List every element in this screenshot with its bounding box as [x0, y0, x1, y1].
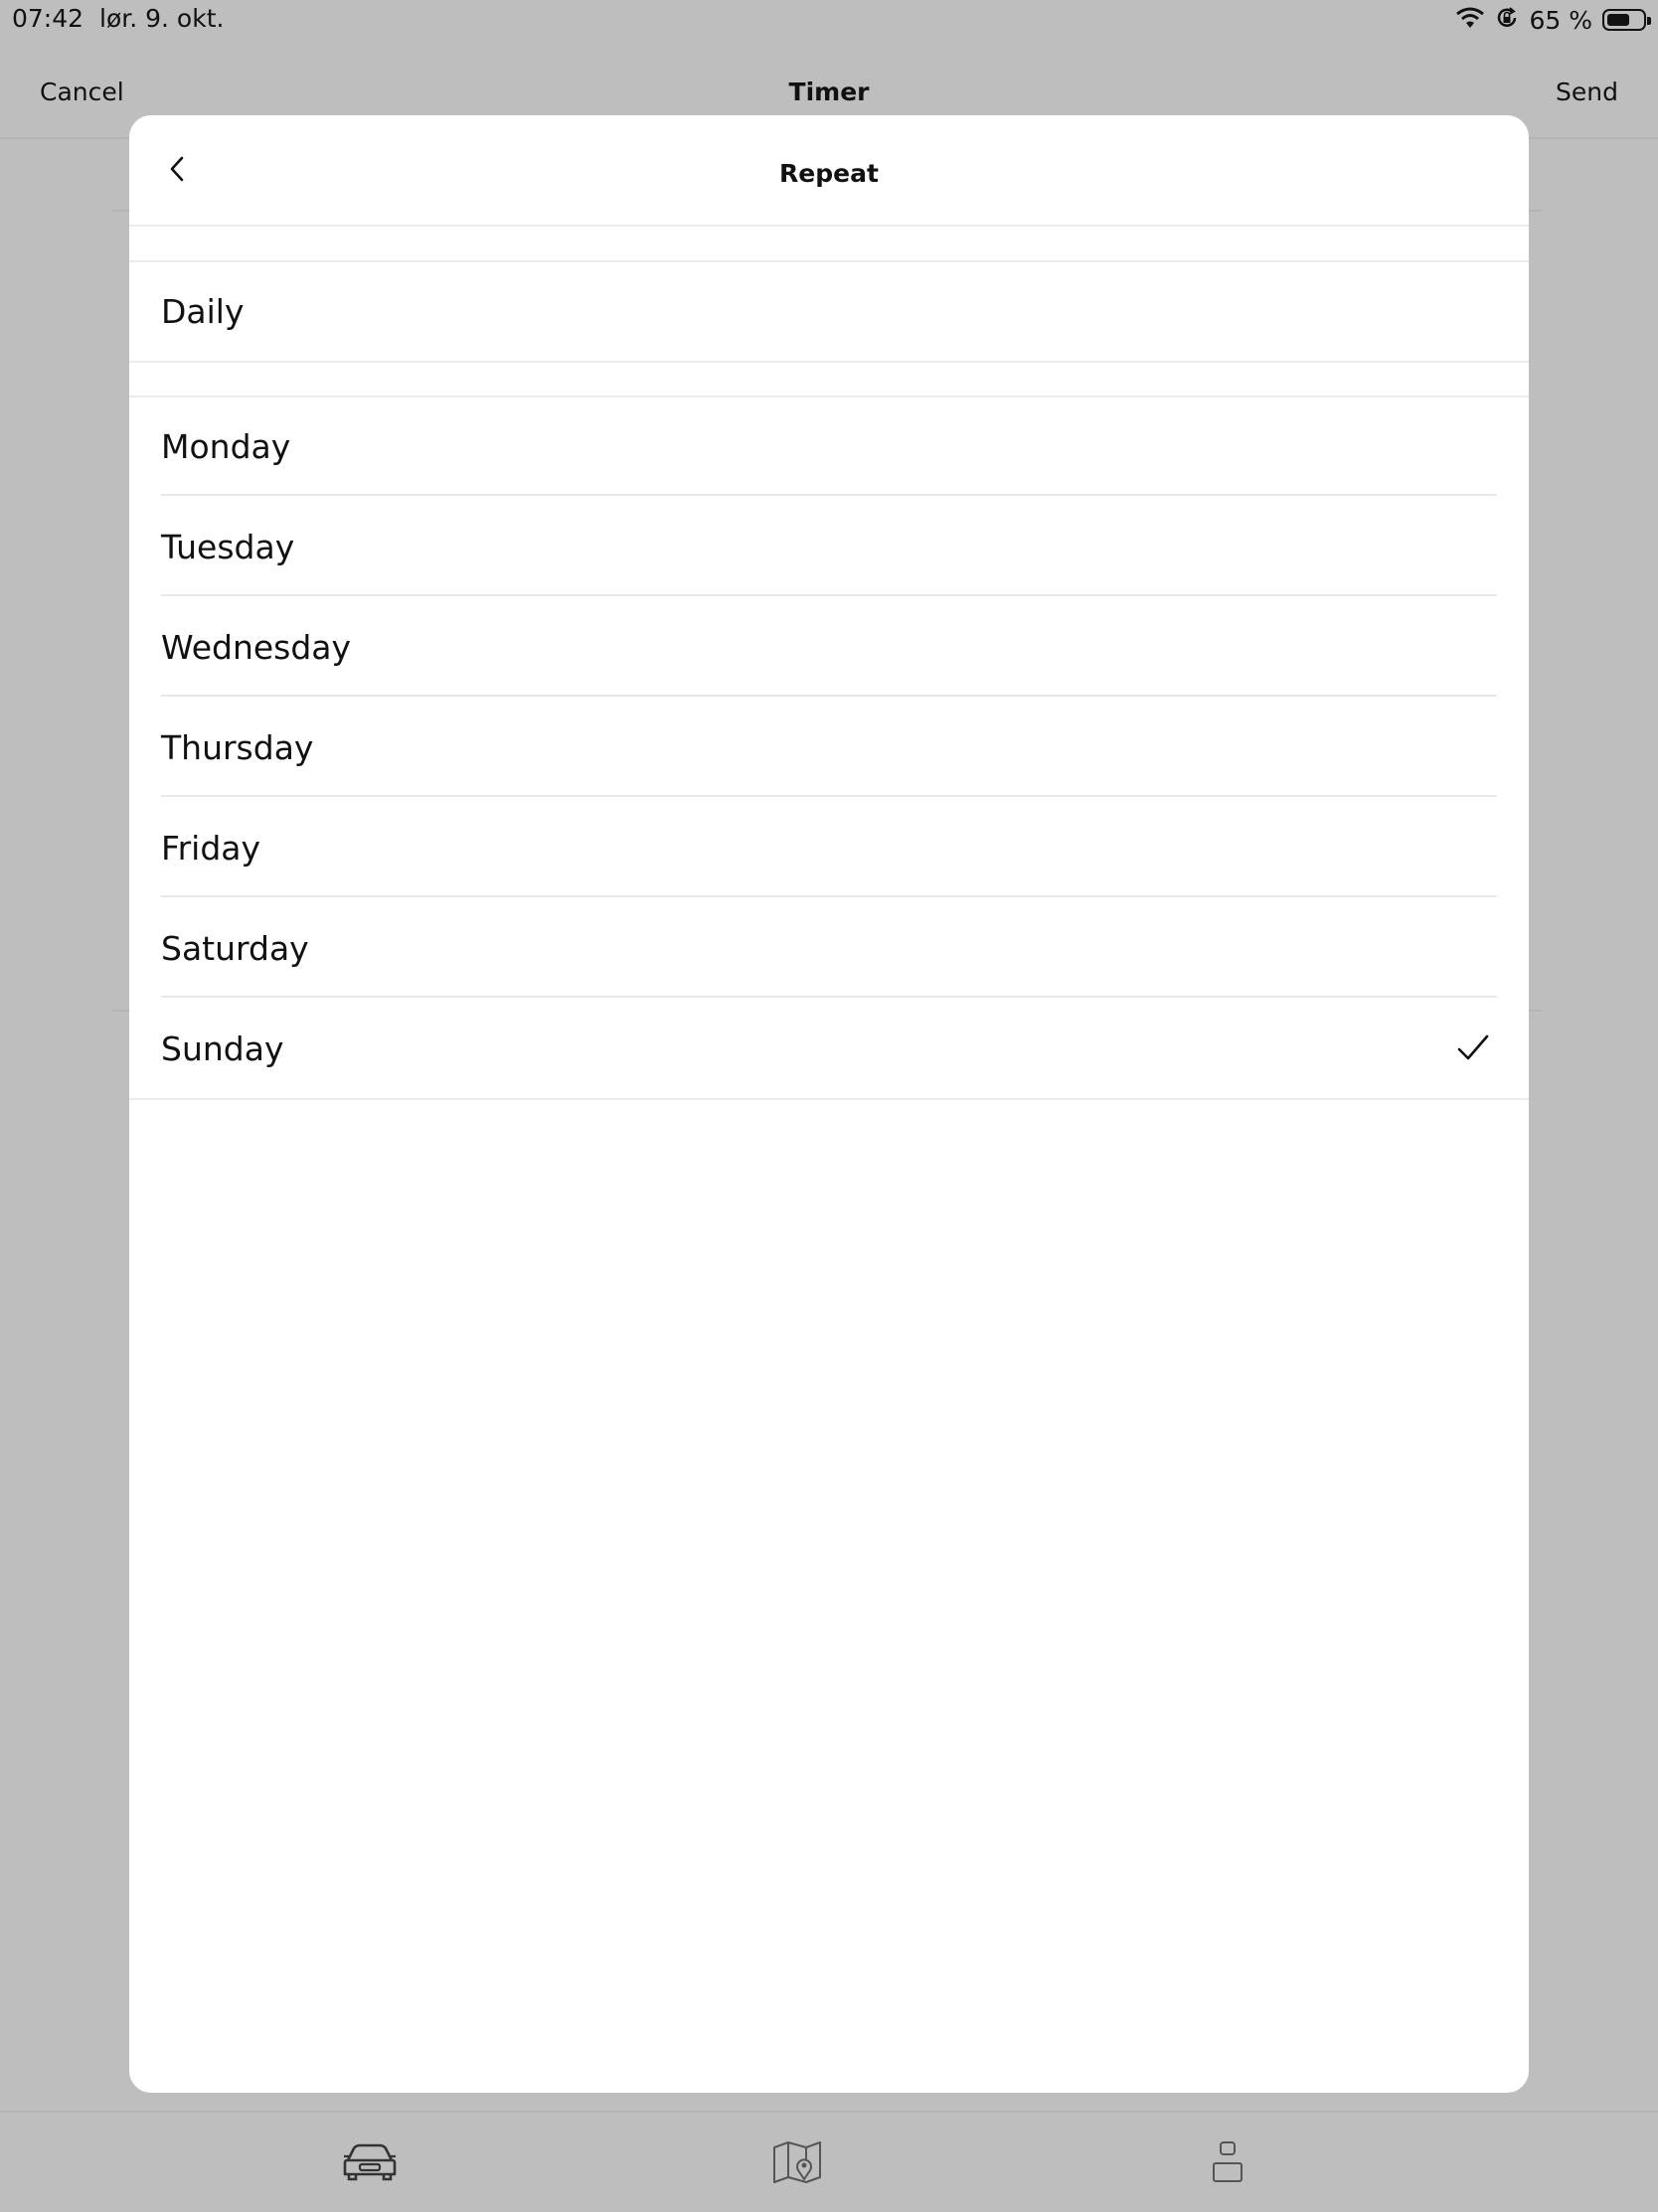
- option-label: Thursday: [161, 728, 314, 767]
- modal-title: Repeat: [779, 159, 879, 188]
- repeat-option-thursday[interactable]: Thursday: [129, 698, 1529, 797]
- background-title: Timer: [788, 78, 870, 106]
- map-icon: [773, 2141, 821, 2183]
- row-divider: [161, 695, 1497, 697]
- option-label: Wednesday: [161, 628, 352, 667]
- orientation-lock-icon: [1495, 6, 1519, 34]
- battery-fill: [1607, 14, 1629, 26]
- tab-car[interactable]: [340, 2134, 400, 2190]
- option-label: Daily: [161, 292, 245, 331]
- row-divider: [161, 795, 1497, 797]
- repeat-option-tuesday[interactable]: Tuesday: [129, 497, 1529, 596]
- option-label: Sunday: [161, 1029, 284, 1068]
- wifi-icon: [1455, 6, 1485, 34]
- send-button[interactable]: Send: [1556, 78, 1618, 106]
- row-divider: [161, 494, 1497, 496]
- row-divider: [161, 996, 1497, 998]
- tab-profile[interactable]: [1198, 2134, 1257, 2190]
- section-separator: [129, 1098, 1529, 1100]
- row-divider: [161, 594, 1497, 596]
- tab-bar: [0, 2111, 1658, 2212]
- repeat-option-daily[interactable]: Daily: [129, 261, 1529, 361]
- row-divider: [161, 895, 1497, 897]
- battery-icon: [1602, 9, 1651, 31]
- status-bar: 07:42 lør. 9. okt. 65 %: [0, 0, 1658, 40]
- status-date: lør. 9. okt.: [99, 4, 225, 33]
- car-icon: [343, 2143, 397, 2181]
- status-indicators: 65 %: [1455, 4, 1651, 36]
- tab-map[interactable]: [767, 2134, 827, 2190]
- repeat-modal: Repeat Daily Monday Tuesday Wednesday Th…: [129, 115, 1529, 2093]
- repeat-option-wednesday[interactable]: Wednesday: [129, 597, 1529, 697]
- modal-header: Repeat: [129, 115, 1529, 225]
- option-label: Monday: [161, 427, 291, 466]
- status-time: 07:42: [12, 4, 84, 33]
- section-separator: [129, 361, 1529, 363]
- option-label: Saturday: [161, 929, 309, 968]
- repeat-option-sunday[interactable]: Sunday: [129, 999, 1529, 1098]
- battery-percent: 65 %: [1529, 5, 1592, 35]
- profile-icon: [1213, 2141, 1243, 2182]
- battery-cap: [1647, 17, 1651, 25]
- checkmark-icon: [1457, 1034, 1489, 1060]
- section-separator: [129, 225, 1529, 227]
- repeat-option-monday[interactable]: Monday: [129, 396, 1529, 496]
- option-label: Friday: [161, 829, 261, 868]
- repeat-option-saturday[interactable]: Saturday: [129, 898, 1529, 998]
- option-label: Tuesday: [161, 528, 295, 566]
- repeat-option-friday[interactable]: Friday: [129, 798, 1529, 897]
